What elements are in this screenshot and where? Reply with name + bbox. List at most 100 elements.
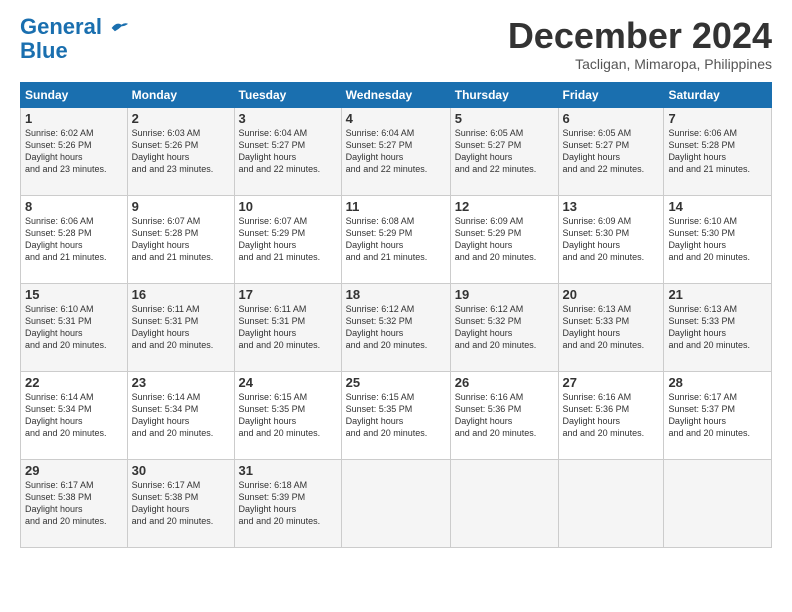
location: Tacligan, Mimaropa, Philippines bbox=[508, 56, 772, 72]
day-number: 22 bbox=[25, 375, 123, 390]
day-number: 1 bbox=[25, 111, 123, 126]
day-number: 8 bbox=[25, 199, 123, 214]
day-info: Sunrise: 6:17 AMSunset: 5:37 PMDaylight … bbox=[668, 392, 750, 438]
day-info: Sunrise: 6:07 AMSunset: 5:29 PMDaylight … bbox=[239, 216, 321, 262]
col-header-saturday: Saturday bbox=[664, 82, 772, 107]
day-number: 28 bbox=[668, 375, 767, 390]
day-number: 16 bbox=[132, 287, 230, 302]
day-info: Sunrise: 6:08 AMSunset: 5:29 PMDaylight … bbox=[346, 216, 428, 262]
calendar-row-2: 8 Sunrise: 6:06 AMSunset: 5:28 PMDayligh… bbox=[21, 195, 772, 283]
calendar-cell: 2 Sunrise: 6:03 AMSunset: 5:26 PMDayligh… bbox=[127, 107, 234, 195]
logo: General Blue bbox=[20, 16, 128, 64]
day-number: 27 bbox=[563, 375, 660, 390]
calendar-cell: 27 Sunrise: 6:16 AMSunset: 5:36 PMDaylig… bbox=[558, 371, 664, 459]
calendar-cell: 24 Sunrise: 6:15 AMSunset: 5:35 PMDaylig… bbox=[234, 371, 341, 459]
day-number: 9 bbox=[132, 199, 230, 214]
col-header-tuesday: Tuesday bbox=[234, 82, 341, 107]
day-number: 18 bbox=[346, 287, 446, 302]
day-info: Sunrise: 6:06 AMSunset: 5:28 PMDaylight … bbox=[668, 128, 750, 174]
day-info: Sunrise: 6:15 AMSunset: 5:35 PMDaylight … bbox=[346, 392, 428, 438]
title-block: December 2024 Tacligan, Mimaropa, Philip… bbox=[508, 16, 772, 72]
day-info: Sunrise: 6:17 AMSunset: 5:38 PMDaylight … bbox=[25, 480, 107, 526]
day-number: 12 bbox=[455, 199, 554, 214]
calendar-cell: 22 Sunrise: 6:14 AMSunset: 5:34 PMDaylig… bbox=[21, 371, 128, 459]
calendar-cell bbox=[664, 459, 772, 547]
calendar-cell: 29 Sunrise: 6:17 AMSunset: 5:38 PMDaylig… bbox=[21, 459, 128, 547]
calendar-cell: 12 Sunrise: 6:09 AMSunset: 5:29 PMDaylig… bbox=[450, 195, 558, 283]
day-info: Sunrise: 6:16 AMSunset: 5:36 PMDaylight … bbox=[563, 392, 645, 438]
calendar-cell: 3 Sunrise: 6:04 AMSunset: 5:27 PMDayligh… bbox=[234, 107, 341, 195]
calendar-cell: 17 Sunrise: 6:11 AMSunset: 5:31 PMDaylig… bbox=[234, 283, 341, 371]
calendar-cell: 1 Sunrise: 6:02 AMSunset: 5:26 PMDayligh… bbox=[21, 107, 128, 195]
day-info: Sunrise: 6:18 AMSunset: 5:39 PMDaylight … bbox=[239, 480, 321, 526]
day-number: 10 bbox=[239, 199, 337, 214]
day-number: 17 bbox=[239, 287, 337, 302]
calendar-cell: 8 Sunrise: 6:06 AMSunset: 5:28 PMDayligh… bbox=[21, 195, 128, 283]
day-number: 13 bbox=[563, 199, 660, 214]
calendar-cell: 30 Sunrise: 6:17 AMSunset: 5:38 PMDaylig… bbox=[127, 459, 234, 547]
calendar-row-5: 29 Sunrise: 6:17 AMSunset: 5:38 PMDaylig… bbox=[21, 459, 772, 547]
calendar-cell: 6 Sunrise: 6:05 AMSunset: 5:27 PMDayligh… bbox=[558, 107, 664, 195]
day-number: 23 bbox=[132, 375, 230, 390]
day-info: Sunrise: 6:14 AMSunset: 5:34 PMDaylight … bbox=[132, 392, 214, 438]
calendar-cell: 16 Sunrise: 6:11 AMSunset: 5:31 PMDaylig… bbox=[127, 283, 234, 371]
day-info: Sunrise: 6:13 AMSunset: 5:33 PMDaylight … bbox=[563, 304, 645, 350]
calendar-cell bbox=[450, 459, 558, 547]
col-header-thursday: Thursday bbox=[450, 82, 558, 107]
day-info: Sunrise: 6:11 AMSunset: 5:31 PMDaylight … bbox=[132, 304, 214, 350]
day-info: Sunrise: 6:03 AMSunset: 5:26 PMDaylight … bbox=[132, 128, 214, 174]
day-number: 6 bbox=[563, 111, 660, 126]
day-info: Sunrise: 6:05 AMSunset: 5:27 PMDaylight … bbox=[455, 128, 537, 174]
day-number: 24 bbox=[239, 375, 337, 390]
calendar-cell: 21 Sunrise: 6:13 AMSunset: 5:33 PMDaylig… bbox=[664, 283, 772, 371]
month-title: December 2024 bbox=[508, 16, 772, 56]
calendar-cell bbox=[558, 459, 664, 547]
day-info: Sunrise: 6:06 AMSunset: 5:28 PMDaylight … bbox=[25, 216, 107, 262]
calendar-row-3: 15 Sunrise: 6:10 AMSunset: 5:31 PMDaylig… bbox=[21, 283, 772, 371]
calendar-cell: 14 Sunrise: 6:10 AMSunset: 5:30 PMDaylig… bbox=[664, 195, 772, 283]
day-info: Sunrise: 6:17 AMSunset: 5:38 PMDaylight … bbox=[132, 480, 214, 526]
day-number: 19 bbox=[455, 287, 554, 302]
calendar-table: SundayMondayTuesdayWednesdayThursdayFrid… bbox=[20, 82, 772, 548]
calendar-cell: 25 Sunrise: 6:15 AMSunset: 5:35 PMDaylig… bbox=[341, 371, 450, 459]
calendar-cell: 10 Sunrise: 6:07 AMSunset: 5:29 PMDaylig… bbox=[234, 195, 341, 283]
calendar-cell: 28 Sunrise: 6:17 AMSunset: 5:37 PMDaylig… bbox=[664, 371, 772, 459]
day-number: 29 bbox=[25, 463, 123, 478]
day-info: Sunrise: 6:13 AMSunset: 5:33 PMDaylight … bbox=[668, 304, 750, 350]
logo-blue: Blue bbox=[20, 38, 68, 64]
calendar-cell: 11 Sunrise: 6:08 AMSunset: 5:29 PMDaylig… bbox=[341, 195, 450, 283]
day-info: Sunrise: 6:09 AMSunset: 5:29 PMDaylight … bbox=[455, 216, 537, 262]
calendar-cell: 13 Sunrise: 6:09 AMSunset: 5:30 PMDaylig… bbox=[558, 195, 664, 283]
calendar-cell: 7 Sunrise: 6:06 AMSunset: 5:28 PMDayligh… bbox=[664, 107, 772, 195]
calendar-cell: 18 Sunrise: 6:12 AMSunset: 5:32 PMDaylig… bbox=[341, 283, 450, 371]
calendar-cell: 26 Sunrise: 6:16 AMSunset: 5:36 PMDaylig… bbox=[450, 371, 558, 459]
calendar-row-4: 22 Sunrise: 6:14 AMSunset: 5:34 PMDaylig… bbox=[21, 371, 772, 459]
day-info: Sunrise: 6:10 AMSunset: 5:30 PMDaylight … bbox=[668, 216, 750, 262]
day-number: 11 bbox=[346, 199, 446, 214]
calendar-cell bbox=[341, 459, 450, 547]
day-info: Sunrise: 6:04 AMSunset: 5:27 PMDaylight … bbox=[346, 128, 428, 174]
day-info: Sunrise: 6:11 AMSunset: 5:31 PMDaylight … bbox=[239, 304, 321, 350]
day-number: 5 bbox=[455, 111, 554, 126]
col-header-sunday: Sunday bbox=[21, 82, 128, 107]
day-info: Sunrise: 6:05 AMSunset: 5:27 PMDaylight … bbox=[563, 128, 645, 174]
day-info: Sunrise: 6:16 AMSunset: 5:36 PMDaylight … bbox=[455, 392, 537, 438]
page-header: General Blue December 2024 Tacligan, Mim… bbox=[20, 16, 772, 72]
day-number: 25 bbox=[346, 375, 446, 390]
day-info: Sunrise: 6:12 AMSunset: 5:32 PMDaylight … bbox=[455, 304, 537, 350]
col-header-friday: Friday bbox=[558, 82, 664, 107]
col-header-wednesday: Wednesday bbox=[341, 82, 450, 107]
calendar-cell: 20 Sunrise: 6:13 AMSunset: 5:33 PMDaylig… bbox=[558, 283, 664, 371]
day-number: 4 bbox=[346, 111, 446, 126]
day-number: 2 bbox=[132, 111, 230, 126]
day-info: Sunrise: 6:02 AMSunset: 5:26 PMDaylight … bbox=[25, 128, 107, 174]
day-number: 20 bbox=[563, 287, 660, 302]
day-number: 30 bbox=[132, 463, 230, 478]
day-info: Sunrise: 6:14 AMSunset: 5:34 PMDaylight … bbox=[25, 392, 107, 438]
day-info: Sunrise: 6:04 AMSunset: 5:27 PMDaylight … bbox=[239, 128, 321, 174]
day-info: Sunrise: 6:10 AMSunset: 5:31 PMDaylight … bbox=[25, 304, 107, 350]
day-number: 14 bbox=[668, 199, 767, 214]
calendar-cell: 15 Sunrise: 6:10 AMSunset: 5:31 PMDaylig… bbox=[21, 283, 128, 371]
day-number: 31 bbox=[239, 463, 337, 478]
day-info: Sunrise: 6:15 AMSunset: 5:35 PMDaylight … bbox=[239, 392, 321, 438]
